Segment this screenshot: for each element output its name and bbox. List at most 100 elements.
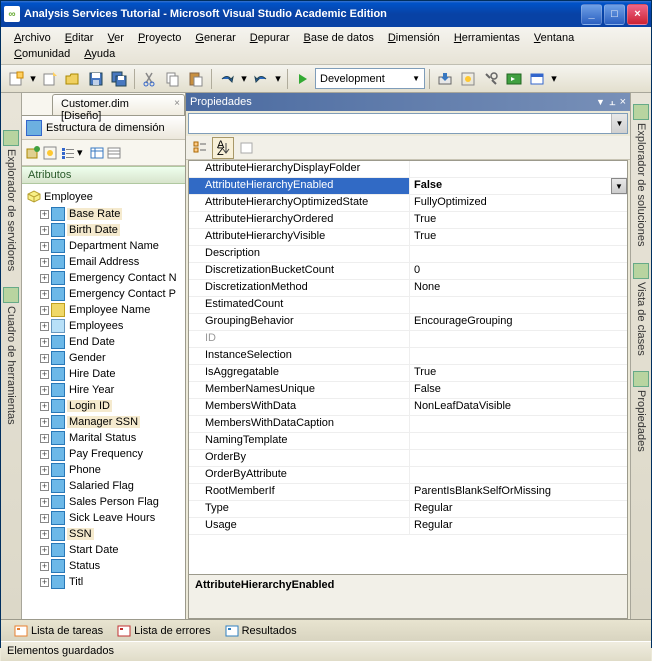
structure-tab[interactable]: Estructura de dimensión <box>22 115 185 140</box>
property-row[interactable]: InstanceSelection <box>189 348 627 365</box>
property-value[interactable] <box>410 433 627 449</box>
expander-icon[interactable]: + <box>40 386 49 395</box>
property-value[interactable] <box>410 297 627 313</box>
tree-item[interactable]: +Hire Date <box>26 366 183 382</box>
property-value[interactable]: Regular <box>410 518 627 534</box>
tree-root[interactable]: Employee <box>26 188 183 206</box>
property-value[interactable] <box>410 246 627 262</box>
properties-grid[interactable]: AttributeHierarchyDisplayFolderAttribute… <box>188 160 628 575</box>
expander-icon[interactable]: + <box>40 354 49 363</box>
tree-item[interactable]: +Sales Person Flag <box>26 494 183 510</box>
property-value[interactable]: False▼ <box>410 178 627 194</box>
properties-object-selector[interactable]: ▼ <box>188 113 628 134</box>
cut-button[interactable] <box>139 68 161 90</box>
attributes-tree[interactable]: Employee +Base Rate+Birth Date+Departmen… <box>22 184 185 619</box>
property-value[interactable]: True <box>410 229 627 245</box>
property-value[interactable] <box>410 416 627 432</box>
output-tab-lista-de-tareas[interactable]: Lista de tareas <box>7 621 110 641</box>
start-button[interactable] <box>292 68 314 90</box>
property-value[interactable]: True <box>410 212 627 228</box>
property-row[interactable]: OrderBy <box>189 450 627 467</box>
close-tab-icon[interactable]: × <box>174 98 180 109</box>
expander-icon[interactable]: + <box>40 450 49 459</box>
redo-button[interactable] <box>250 68 272 90</box>
process-dim-button[interactable] <box>42 145 58 161</box>
tree-item[interactable]: +Status <box>26 558 183 574</box>
property-row[interactable]: MemberNamesUniqueFalse <box>189 382 627 399</box>
autohide-tab-explorador-de-soluciones[interactable]: Explorador de soluciones <box>630 97 652 254</box>
expander-icon[interactable]: + <box>40 418 49 427</box>
tree-item[interactable]: +Base Rate <box>26 206 183 222</box>
expander-icon[interactable]: + <box>40 498 49 507</box>
property-row[interactable]: DiscretizationMethodNone <box>189 280 627 297</box>
menu-dimensión[interactable]: Dimensión <box>381 30 447 46</box>
menu-herramientas[interactable]: Herramientas <box>447 30 527 46</box>
menu-depurar[interactable]: Depurar <box>243 30 297 46</box>
menu-base-de-datos[interactable]: Base de datos <box>296 30 380 46</box>
expander-icon[interactable]: + <box>40 242 49 251</box>
tree-item[interactable]: +Manager SSN <box>26 414 183 430</box>
property-value[interactable]: None <box>410 280 627 296</box>
property-row[interactable]: MembersWithDataCaption <box>189 416 627 433</box>
menu-ventana[interactable]: Ventana <box>527 30 581 46</box>
property-value[interactable] <box>410 467 627 483</box>
expander-icon[interactable]: + <box>40 370 49 379</box>
tree-item[interactable]: +SSN <box>26 526 183 542</box>
deploy-button[interactable] <box>434 68 456 90</box>
tree-item[interactable]: +Email Address <box>26 254 183 270</box>
expander-icon[interactable]: + <box>40 274 49 283</box>
property-value[interactable]: False <box>410 382 627 398</box>
property-row[interactable]: MembersWithDataNonLeafDataVisible <box>189 399 627 416</box>
tools-button[interactable] <box>480 68 502 90</box>
expander-icon[interactable]: + <box>40 338 49 347</box>
expander-icon[interactable]: + <box>40 482 49 491</box>
autohide-tab-cuadro-de-herramientas[interactable]: Cuadro de herramientas <box>0 280 22 432</box>
menu-archivo[interactable]: Archivo <box>7 30 58 46</box>
go-button[interactable] <box>503 68 525 90</box>
maximize-button[interactable]: □ <box>604 4 625 25</box>
property-row[interactable]: RootMemberIfParentIsBlankSelfOrMissing <box>189 484 627 501</box>
property-pages-button[interactable] <box>236 137 258 159</box>
menu-ayuda[interactable]: Ayuda <box>77 46 122 62</box>
tree-item[interactable]: +Pay Frequency <box>26 446 183 462</box>
tree-item[interactable]: +Employees <box>26 318 183 334</box>
expander-icon[interactable]: + <box>40 546 49 555</box>
add-bi-button[interactable] <box>25 145 41 161</box>
new-project-dropdown[interactable]: ▾ <box>28 68 38 90</box>
categorized-button[interactable] <box>189 137 211 159</box>
new-project-button[interactable] <box>5 68 27 90</box>
property-row[interactable]: AttributeHierarchyEnabledFalse▼ <box>189 178 627 195</box>
open-button[interactable] <box>62 68 84 90</box>
property-value[interactable]: True <box>410 365 627 381</box>
property-row[interactable]: AttributeHierarchyDisplayFolder <box>189 161 627 178</box>
dropdown-arrow-icon[interactable]: ▼ <box>611 178 627 194</box>
property-row[interactable]: TypeRegular <box>189 501 627 518</box>
menu-editar[interactable]: Editar <box>58 30 101 46</box>
tree-item[interactable]: +Titl <box>26 574 183 590</box>
tree-item[interactable]: +Emergency Contact N <box>26 270 183 286</box>
undo-button[interactable] <box>216 68 238 90</box>
alphabetical-button[interactable]: AZ <box>212 137 234 159</box>
property-row[interactable]: OrderByAttribute <box>189 467 627 484</box>
copy-button[interactable] <box>162 68 184 90</box>
expander-icon[interactable]: + <box>40 562 49 571</box>
window-position-icon[interactable]: ▼ <box>596 97 605 107</box>
window-button[interactable] <box>526 68 548 90</box>
property-row[interactable]: NamingTemplate <box>189 433 627 450</box>
output-tab-resultados[interactable]: Resultados <box>218 621 304 641</box>
menu-comunidad[interactable]: Comunidad <box>7 46 77 62</box>
property-value[interactable] <box>410 450 627 466</box>
menu-generar[interactable]: Generar <box>188 30 242 46</box>
table-button[interactable] <box>89 145 105 161</box>
property-row[interactable]: EstimatedCount <box>189 297 627 314</box>
tree-item[interactable]: +Birth Date <box>26 222 183 238</box>
undo-dropdown[interactable]: ▾ <box>239 68 249 90</box>
expander-icon[interactable]: + <box>40 578 49 587</box>
save-all-button[interactable] <box>108 68 130 90</box>
expander-icon[interactable]: + <box>40 322 49 331</box>
pin-icon[interactable]: ⫠ <box>609 96 616 109</box>
property-value[interactable]: ParentIsBlankSelfOrMissing <box>410 484 627 500</box>
view-dropdown[interactable]: ▾ <box>77 146 87 159</box>
expander-icon[interactable]: + <box>40 210 49 219</box>
expander-icon[interactable]: + <box>40 258 49 267</box>
